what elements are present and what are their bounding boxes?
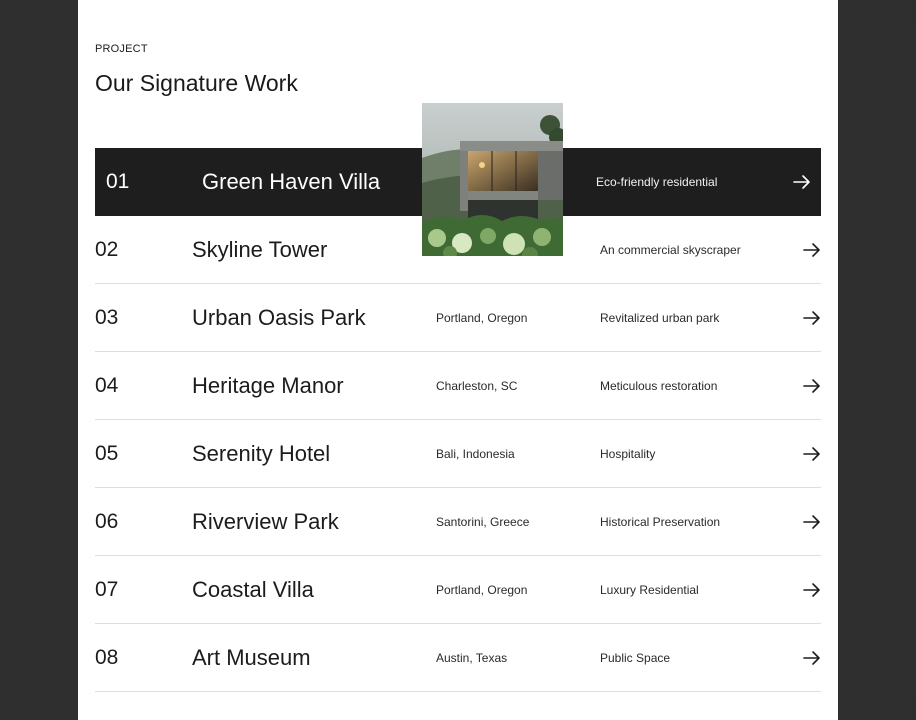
project-name: Coastal Villa — [192, 576, 314, 602]
arrow-right-icon[interactable] — [803, 581, 821, 599]
project-location: Charleston, SC — [436, 378, 518, 393]
project-row-heritage-manor[interactable]: 04 Heritage Manor Charleston, SC Meticul… — [95, 352, 821, 420]
project-description: Luxury Residential — [600, 582, 699, 597]
project-number: 03 — [95, 305, 119, 329]
arrow-right-icon[interactable] — [803, 513, 821, 531]
project-name: Green Haven Villa — [202, 168, 381, 194]
project-name: Urban Oasis Park — [192, 304, 366, 330]
project-location: Bali, Indonesia — [436, 446, 515, 461]
project-row-serenity-hotel[interactable]: 05 Serenity Hotel Bali, Indonesia Hospit… — [95, 420, 821, 488]
project-row-riverview-park[interactable]: 06 Riverview Park Santorini, Greece Hist… — [95, 488, 821, 556]
project-section: PROJECT Our Signature Work 01 Green Have… — [78, 0, 838, 720]
arrow-right-icon[interactable] — [803, 309, 821, 327]
app-frame: PROJECT Our Signature Work 01 Green Have… — [0, 0, 916, 720]
project-name: Riverview Park — [192, 508, 339, 534]
project-row-urban-oasis-park[interactable]: 03 Urban Oasis Park Portland, Oregon Rev… — [95, 284, 821, 352]
project-row-art-museum[interactable]: 08 Art Museum Austin, Texas Public Space — [95, 624, 821, 692]
arrow-right-icon[interactable] — [803, 241, 821, 259]
project-number: 02 — [95, 237, 119, 261]
project-number: 05 — [95, 441, 119, 465]
arrow-right-icon[interactable] — [793, 173, 811, 191]
project-name: Serenity Hotel — [192, 440, 331, 466]
project-name: Heritage Manor — [192, 372, 344, 398]
arrow-right-icon[interactable] — [803, 649, 821, 667]
project-number: 04 — [95, 373, 119, 397]
project-description: Historical Preservation — [600, 514, 721, 529]
project-location: Austin, Texas — [436, 650, 508, 665]
project-name: Skyline Tower — [192, 236, 328, 262]
project-row-coastal-villa[interactable]: 07 Coastal Villa Portland, Oregon Luxury… — [95, 556, 821, 624]
project-description: Meticulous restoration — [600, 378, 718, 393]
section-title: Our Signature Work — [95, 70, 298, 96]
project-number: 06 — [95, 509, 119, 533]
section-eyebrow: PROJECT — [95, 43, 148, 55]
project-description: Revitalized urban park — [600, 310, 720, 325]
project-number: 01 — [106, 169, 130, 193]
project-number: 08 — [95, 645, 119, 669]
project-location: Santorini, Greece — [436, 514, 530, 529]
project-description: An commercial skyscraper — [600, 242, 741, 257]
project-number: 07 — [95, 577, 119, 601]
project-description: Public Space — [600, 650, 671, 665]
project-location: Portland, Oregon — [436, 582, 528, 597]
project-name: Art Museum — [192, 644, 311, 670]
project-description: Hospitality — [600, 446, 656, 461]
arrow-right-icon[interactable] — [803, 377, 821, 395]
project-location: Portland, Oregon — [436, 310, 528, 325]
villa-preview-image — [422, 103, 563, 256]
arrow-right-icon[interactable] — [803, 445, 821, 463]
project-description: Eco-friendly residential — [596, 174, 718, 189]
